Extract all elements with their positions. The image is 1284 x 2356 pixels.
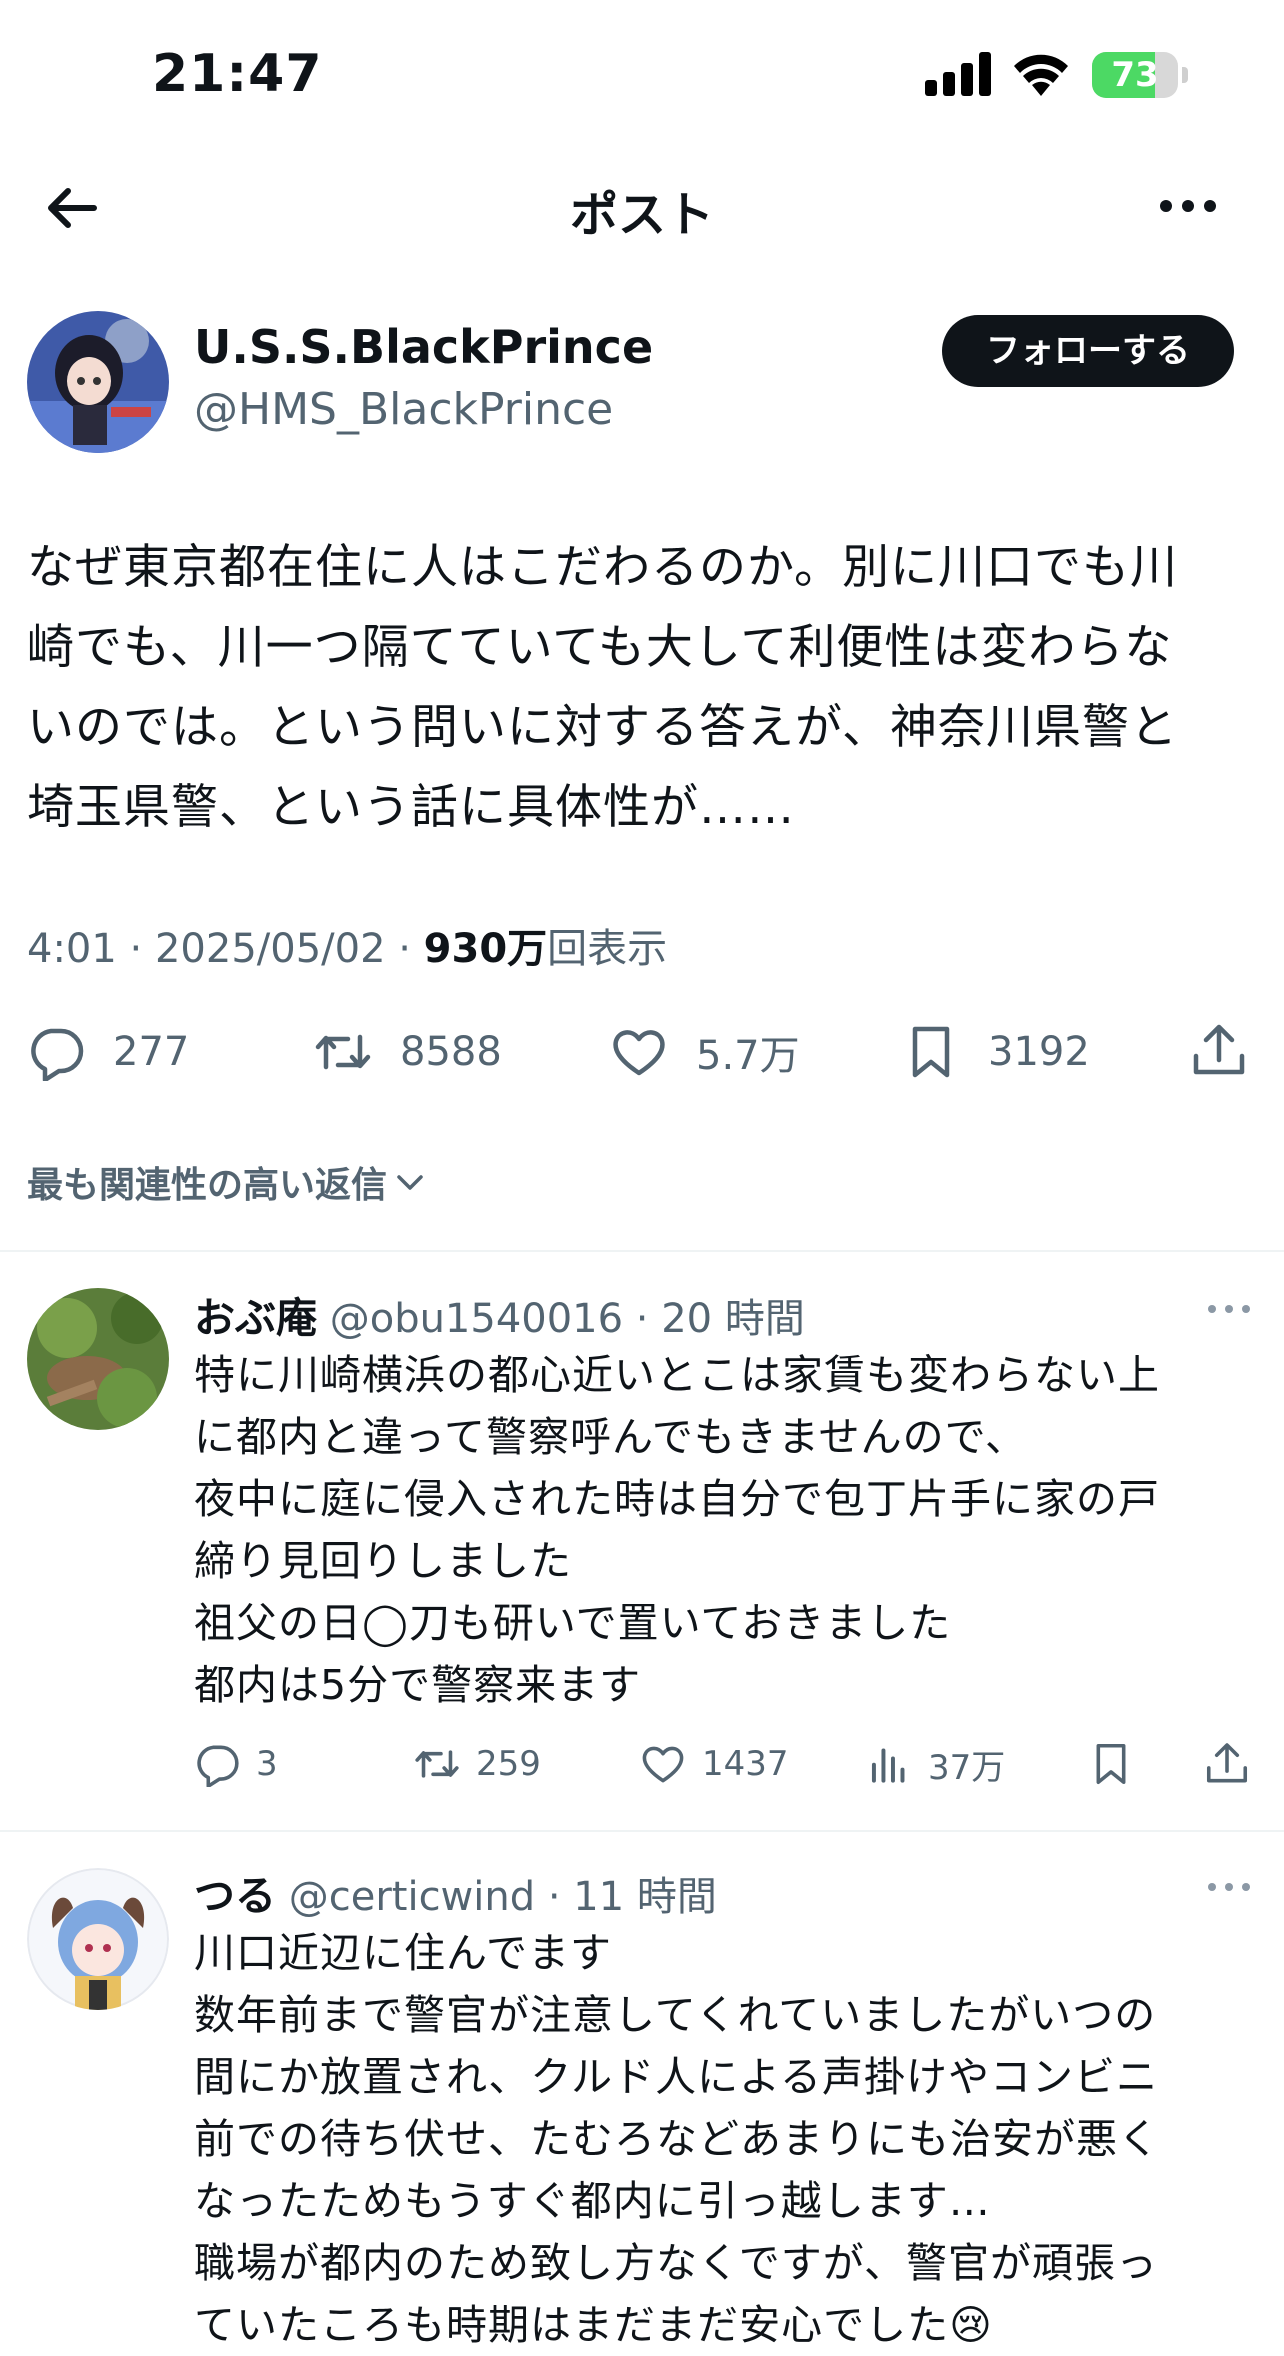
divider (0, 1250, 1284, 1252)
reply-like-action[interactable]: 1437 (640, 1740, 789, 1788)
post-text-line: 崎でも、川一つ隔てていても大して利便性は変わらな (27, 620, 1173, 675)
more-options-icon[interactable] (1156, 186, 1220, 226)
reply-text-line: なったためもうすぐ都内に引っ越します… (194, 2177, 991, 2225)
reply-sort-dropdown[interactable]: 最も関連性の高い返信 (27, 1156, 427, 1208)
chevron-down-icon (397, 1175, 423, 1190)
repost-count: 8588 (400, 1029, 502, 1075)
reply-action[interactable]: 277 (27, 1022, 189, 1082)
reply-author-name[interactable]: おぶ庵 (194, 1294, 317, 1342)
like-action[interactable]: 5.7万 (610, 1022, 800, 1082)
post-text-line: いのでは。という問いに対する答えが、神奈川県警と (27, 700, 1179, 755)
reply-time: · 11 時間 (547, 1874, 717, 1920)
battery-level: 73 (1111, 55, 1159, 95)
repost-icon (415, 1750, 459, 1778)
reply-text-line: 前での待ち伏せ、たむろなどあまりにも治安が悪く (194, 2115, 1160, 2163)
reply-header: つる @certicwind · 11 時間 (194, 1862, 717, 1922)
reply-header: おぶ庵 @obu1540016 · 20 時間 (194, 1284, 805, 1344)
post-text-line: 埼玉県警、という話に具体性が…… (27, 780, 795, 835)
heart-icon (613, 1030, 665, 1076)
share-icon[interactable] (1190, 1022, 1248, 1080)
reply-icon (197, 1745, 239, 1787)
wifi-icon (1014, 54, 1068, 96)
reply-views-count: 37万 (928, 1747, 1006, 1788)
reply-author-handle[interactable]: @obu1540016 (330, 1296, 623, 1342)
share-icon[interactable] (1204, 1740, 1250, 1788)
views-label: 回表示 (547, 926, 668, 972)
reply-author-handle[interactable]: @certicwind (289, 1874, 535, 1920)
author-name[interactable]: U.S.S.BlackPrince (194, 320, 653, 374)
reply-text-line: 数年前まで警官が注意してくれていましたがいつの (194, 1991, 1157, 2039)
reply-avatar[interactable] (27, 1868, 169, 2010)
reply-views-action[interactable]: 37万 (866, 1740, 1005, 1788)
page-title: ポスト (569, 187, 714, 243)
cellular-signal-icon (925, 52, 991, 96)
reply-text-line: 職場が都内のため致し方なくですが、警官が頑張っ (194, 2239, 1158, 2287)
views-count: 930万 (423, 926, 548, 972)
reply-repost-action[interactable]: 259 (414, 1740, 541, 1788)
post-meta: 4:01 · 2025/05/02 · 930万回表示 (27, 916, 667, 974)
bookmark-icon (912, 1026, 950, 1078)
battery-icon: 73 (1092, 52, 1188, 98)
reply-author-name[interactable]: つる (194, 1872, 276, 1920)
reply-text-line: 特に川崎横浜の都心近いとこは家賃も変わらない上 (194, 1351, 1160, 1399)
reply-avatar[interactable] (27, 1288, 169, 1430)
reply-text-line: に都内と違って警察呼んでもきませんので、 (194, 1413, 1028, 1461)
heart-icon (642, 1746, 684, 1783)
reply-text-line: 間にか放置され、クルド人による声掛けやコンビニ (194, 2053, 1158, 2101)
reply-text-line: 締り見回りしました (194, 1537, 572, 1585)
author-handle[interactable]: @HMS_BlackPrince (194, 384, 613, 435)
bookmark-icon[interactable] (1088, 1740, 1134, 1788)
divider (0, 1830, 1284, 1832)
analytics-icon (871, 1748, 905, 1783)
reply-reply-action[interactable]: 3 (194, 1740, 278, 1788)
reply-like-count: 1437 (702, 1744, 789, 1784)
reply-text-line: 都内は5分で警察来ます (194, 1661, 642, 1709)
reply-count: 277 (113, 1029, 190, 1075)
reply-repost-count: 259 (476, 1744, 541, 1784)
reply-text: 特に川崎横浜の都心近いとこは家賃も変わらない上 に都内と違って警察呼んでもきませ… (194, 1344, 1274, 1716)
follow-button[interactable]: フォローする (942, 315, 1234, 387)
reply-time: · 20 時間 (635, 1296, 805, 1342)
post-timestamp: 4:01 · 2025/05/02 · (27, 926, 424, 972)
repost-action[interactable]: 8588 (314, 1022, 502, 1082)
reply-text-line: ていたころも時期はまだまだ安心でした😢 (194, 2301, 993, 2349)
status-time: 21:47 (152, 44, 323, 104)
reply-text-line: 夜中に庭に侵入された時は自分で包丁片手に家の戸 (194, 1475, 1160, 1523)
bookmark-count: 3192 (988, 1029, 1090, 1075)
repost-icon (315, 1034, 371, 1070)
author-avatar[interactable] (27, 311, 169, 453)
reply-text-line: 祖父の日◯刀も研いで置いておきました (194, 1599, 952, 1647)
like-count: 5.7万 (696, 1033, 800, 1079)
post-text: なぜ東京都在住に人はこだわるのか。別に川口でも川 崎でも、川一つ隔てていても大し… (27, 528, 1257, 848)
reply-sort-label: 最も関連性の高い返信 (27, 1165, 388, 1206)
more-options-icon[interactable] (1206, 1880, 1252, 1894)
reply-icon (31, 1028, 84, 1081)
reply-text-line: 川口近辺に住んでます (194, 1929, 612, 1977)
post-text-line: なぜ東京都在住に人はこだわるのか。別に川口でも川 (27, 540, 1179, 595)
reply-reply-count: 3 (256, 1744, 278, 1784)
reply-text: 川口近辺に住んでます 数年前まで警官が注意してくれていましたがいつの 間にか放置… (194, 1922, 1274, 2356)
more-options-icon[interactable] (1206, 1302, 1252, 1316)
bookmark-action[interactable]: 3192 (902, 1022, 1090, 1082)
